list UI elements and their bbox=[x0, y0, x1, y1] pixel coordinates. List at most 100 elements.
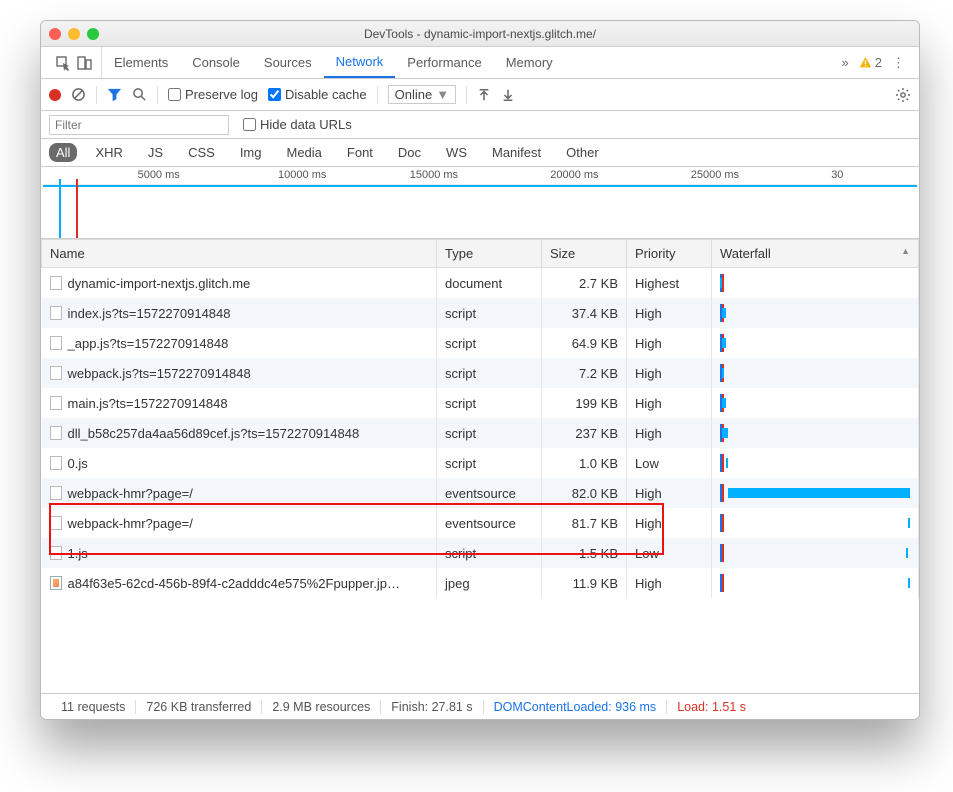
request-type: script bbox=[437, 388, 542, 418]
type-filter-media[interactable]: Media bbox=[279, 143, 328, 162]
file-icon bbox=[50, 426, 62, 440]
waterfall-cell bbox=[720, 422, 910, 444]
tabs-overflow-icon[interactable]: » bbox=[842, 55, 849, 70]
request-priority: Highest bbox=[627, 268, 712, 299]
type-filter-js[interactable]: JS bbox=[141, 143, 170, 162]
request-size: 237 KB bbox=[542, 418, 627, 448]
warnings-badge[interactable]: 2 bbox=[859, 55, 882, 70]
request-size: 7.2 KB bbox=[542, 358, 627, 388]
gear-icon[interactable] bbox=[895, 87, 911, 103]
status-load: Load: 1.51 s bbox=[667, 700, 756, 714]
type-filter-img[interactable]: Img bbox=[233, 143, 269, 162]
device-icon[interactable] bbox=[77, 55, 93, 71]
download-har-icon[interactable] bbox=[501, 88, 515, 102]
table-row[interactable]: dynamic-import-nextjs.glitch.medocument2… bbox=[42, 268, 919, 299]
network-toolbar: Preserve log Disable cache Online▼ bbox=[41, 79, 919, 111]
request-size: 199 KB bbox=[542, 388, 627, 418]
col-type[interactable]: Type bbox=[437, 240, 542, 268]
record-button[interactable] bbox=[49, 89, 61, 101]
table-row[interactable]: webpack-hmr?page=/eventsource81.7 KBHigh bbox=[42, 508, 919, 538]
menu-icon[interactable]: ⋮ bbox=[892, 55, 905, 71]
col-size[interactable]: Size bbox=[542, 240, 627, 268]
col-waterfall[interactable]: Waterfall bbox=[712, 240, 919, 268]
request-size: 11.9 KB bbox=[542, 568, 627, 598]
request-type: jpeg bbox=[437, 568, 542, 598]
waterfall-cell bbox=[720, 332, 910, 354]
filter-icon[interactable] bbox=[107, 87, 122, 102]
hide-data-urls-checkbox[interactable]: Hide data URLs bbox=[243, 117, 352, 132]
waterfall-cell bbox=[720, 452, 910, 474]
type-filter-css[interactable]: CSS bbox=[181, 143, 222, 162]
table-row[interactable]: 1.jsscript1.5 KBLow bbox=[42, 538, 919, 568]
request-priority: High bbox=[627, 568, 712, 598]
waterfall-cell bbox=[720, 392, 910, 414]
file-icon bbox=[50, 516, 62, 530]
requests-table[interactable]: Name Type Size Priority Waterfall dynami… bbox=[41, 239, 919, 693]
status-requests: 11 requests bbox=[51, 700, 136, 714]
timeline-overview[interactable]: 5000 ms10000 ms15000 ms20000 ms25000 ms3… bbox=[41, 167, 919, 239]
table-row[interactable]: index.js?ts=1572270914848script37.4 KBHi… bbox=[42, 298, 919, 328]
table-row[interactable]: a84f63e5-62cd-456b-89f4-c2adddc4e575%2Fp… bbox=[42, 568, 919, 598]
file-icon bbox=[50, 546, 62, 560]
tab-memory[interactable]: Memory bbox=[494, 47, 565, 78]
request-priority: High bbox=[627, 388, 712, 418]
request-name: 1.js bbox=[68, 546, 88, 561]
table-row[interactable]: main.js?ts=1572270914848script199 KBHigh bbox=[42, 388, 919, 418]
tab-console[interactable]: Console bbox=[180, 47, 252, 78]
waterfall-cell bbox=[720, 572, 910, 594]
filter-input[interactable] bbox=[49, 115, 229, 135]
type-filter-ws[interactable]: WS bbox=[439, 143, 474, 162]
disable-cache-checkbox[interactable]: Disable cache bbox=[268, 87, 367, 102]
waterfall-cell bbox=[720, 272, 910, 294]
request-type: eventsource bbox=[437, 478, 542, 508]
request-priority: High bbox=[627, 478, 712, 508]
clear-icon[interactable] bbox=[71, 87, 86, 102]
table-row[interactable]: webpack-hmr?page=/eventsource82.0 KBHigh bbox=[42, 478, 919, 508]
type-filter-manifest[interactable]: Manifest bbox=[485, 143, 548, 162]
tab-elements[interactable]: Elements bbox=[102, 47, 180, 78]
waterfall-cell bbox=[720, 482, 910, 504]
request-type: script bbox=[437, 448, 542, 478]
request-type: eventsource bbox=[437, 508, 542, 538]
request-priority: High bbox=[627, 298, 712, 328]
filter-row: Hide data URLs bbox=[41, 111, 919, 139]
table-row[interactable]: _app.js?ts=1572270914848script64.9 KBHig… bbox=[42, 328, 919, 358]
titlebar: DevTools - dynamic-import-nextjs.glitch.… bbox=[41, 21, 919, 47]
request-type: script bbox=[437, 358, 542, 388]
waterfall-cell bbox=[720, 512, 910, 534]
status-dcl: DOMContentLoaded: 936 ms bbox=[484, 700, 668, 714]
col-name[interactable]: Name bbox=[42, 240, 437, 268]
type-filter-other[interactable]: Other bbox=[559, 143, 606, 162]
request-priority: Low bbox=[627, 448, 712, 478]
request-name: a84f63e5-62cd-456b-89f4-c2adddc4e575%2Fp… bbox=[68, 576, 400, 591]
waterfall-cell bbox=[720, 362, 910, 384]
type-filter-all[interactable]: All bbox=[49, 143, 77, 162]
table-row[interactable]: webpack.js?ts=1572270914848script7.2 KBH… bbox=[42, 358, 919, 388]
type-filter-xhr[interactable]: XHR bbox=[88, 143, 129, 162]
tab-performance[interactable]: Performance bbox=[395, 47, 493, 78]
request-type: script bbox=[437, 418, 542, 448]
tab-network[interactable]: Network bbox=[324, 47, 396, 78]
request-priority: High bbox=[627, 358, 712, 388]
inspect-icon[interactable] bbox=[55, 55, 71, 71]
status-bar: 11 requests 726 KB transferred 2.9 MB re… bbox=[41, 693, 919, 719]
tab-sources[interactable]: Sources bbox=[252, 47, 324, 78]
preserve-log-checkbox[interactable]: Preserve log bbox=[168, 87, 258, 102]
request-size: 81.7 KB bbox=[542, 508, 627, 538]
throttle-select[interactable]: Online▼ bbox=[388, 85, 456, 104]
search-icon[interactable] bbox=[132, 87, 147, 102]
waterfall-cell bbox=[720, 302, 910, 324]
request-size: 64.9 KB bbox=[542, 328, 627, 358]
table-row[interactable]: 0.jsscript1.0 KBLow bbox=[42, 448, 919, 478]
window-title: DevTools - dynamic-import-nextjs.glitch.… bbox=[41, 27, 919, 41]
upload-har-icon[interactable] bbox=[477, 88, 491, 102]
status-resources: 2.9 MB resources bbox=[262, 700, 381, 714]
col-priority[interactable]: Priority bbox=[627, 240, 712, 268]
type-filter-font[interactable]: Font bbox=[340, 143, 380, 162]
table-row[interactable]: dll_b58c257da4aa56d89cef.js?ts=157227091… bbox=[42, 418, 919, 448]
type-filter-doc[interactable]: Doc bbox=[391, 143, 428, 162]
file-icon bbox=[50, 366, 62, 380]
resource-type-filters: All XHR JS CSS Img Media Font Doc WS Manifest Othe… bbox=[41, 139, 919, 167]
request-name: dynamic-import-nextjs.glitch.me bbox=[68, 276, 251, 291]
request-name: webpack-hmr?page=/ bbox=[68, 486, 193, 501]
